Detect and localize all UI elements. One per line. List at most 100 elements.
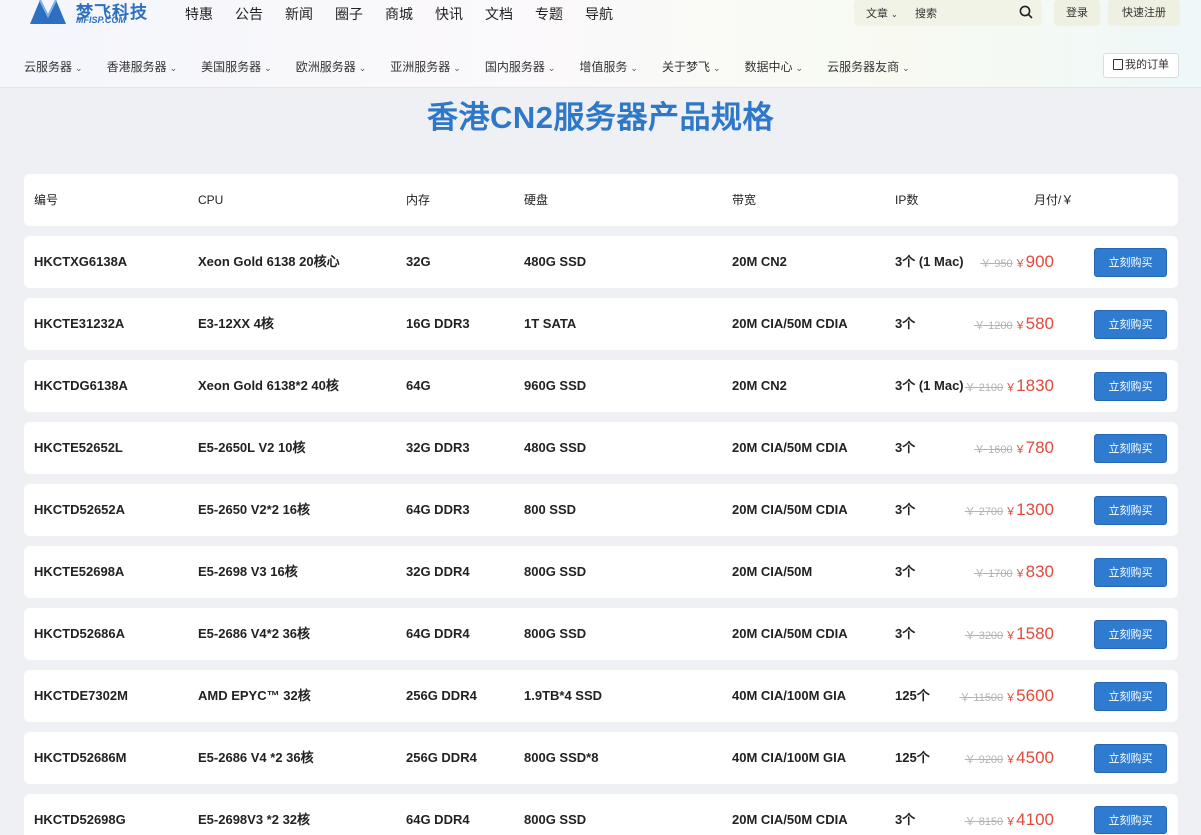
category-nav-item[interactable]: 云服务器 ⌄	[24, 58, 83, 75]
top-nav-item[interactable]: 专题	[535, 4, 563, 24]
logo-subtext: MFISP.COM	[76, 15, 126, 25]
cell-id: HKCTD52686M	[34, 750, 127, 765]
orders-icon	[1113, 59, 1123, 70]
cell-price: ￥ 2100 ￥1830	[965, 360, 1054, 414]
buy-now-button[interactable]: 立刻购买	[1094, 310, 1167, 339]
my-orders-button[interactable]: 我的订单	[1103, 53, 1179, 78]
category-nav-item[interactable]: 欧洲服务器 ⌄	[296, 58, 367, 75]
old-price: ￥ 950	[980, 258, 1013, 270]
chevron-down-icon: ⌄	[547, 63, 556, 73]
current-price: 1300	[1016, 500, 1054, 519]
top-nav-item[interactable]: 公告	[235, 4, 263, 24]
buy-now-button[interactable]: 立刻购买	[1094, 744, 1167, 773]
cell-bandwidth: 20M CN2	[732, 254, 787, 269]
currency-symbol: ￥	[1005, 382, 1017, 394]
currency-symbol: ￥	[1005, 692, 1017, 704]
current-price: 780	[1025, 438, 1054, 457]
buy-now-button[interactable]: 立刻购买	[1094, 496, 1167, 525]
login-button[interactable]: 登录	[1054, 0, 1100, 26]
top-nav-item[interactable]: 新闻	[285, 4, 313, 24]
category-nav-label: 关于梦飞	[661, 60, 710, 74]
cell-ip: 125个	[895, 750, 930, 765]
buy-now-button[interactable]: 立刻购买	[1094, 806, 1167, 834]
search-category-label: 文章	[866, 8, 888, 20]
col-header-id: 编号	[34, 193, 59, 207]
category-nav-label: 国内服务器	[484, 60, 545, 74]
category-nav-item[interactable]: 云服务器友商 ⌄	[827, 58, 910, 75]
table-row: HKCTD52652A E5-2650 V2*2 16核 64G DDR3 80…	[24, 484, 1178, 536]
cell-price: ￥ 950 ￥900	[980, 236, 1054, 290]
site-logo[interactable]: 梦飞科技 MFISP.COM	[28, 0, 158, 28]
top-nav-item[interactable]: 导航	[585, 4, 613, 24]
cell-cpu: E5-2698 V3 16核	[198, 564, 298, 579]
buy-now-button[interactable]: 立刻购买	[1094, 372, 1167, 401]
col-header-monthly: 月付/￥	[1034, 193, 1074, 207]
category-nav-label: 云服务器	[24, 60, 73, 74]
cell-price: ￥ 1700 ￥830	[974, 546, 1054, 600]
category-nav: 云服务器 ⌄ 香港服务器 ⌄ 美国服务器 ⌄ 欧洲服务器 ⌄ 亚洲服务器 ⌄ 国内服务器 ⌄…	[24, 58, 934, 75]
cell-id: HKCTE52698A	[34, 564, 125, 579]
currency-symbol: ￥	[1014, 258, 1026, 270]
cell-memory: 256G DDR4	[406, 750, 477, 765]
chevron-down-icon: ⌄	[630, 63, 638, 73]
search-icon[interactable]	[1019, 5, 1033, 19]
category-nav-item[interactable]: 香港服务器 ⌄	[107, 58, 178, 75]
my-orders-label: 我的订单	[1125, 59, 1169, 71]
cell-memory: 64G DDR3	[406, 502, 470, 517]
old-price: ￥ 3200	[964, 630, 1004, 642]
cell-bandwidth: 20M CIA/50M CDIA	[732, 502, 848, 517]
category-nav-item[interactable]: 亚洲服务器 ⌄	[390, 58, 461, 75]
buy-now-button[interactable]: 立刻购买	[1094, 558, 1167, 587]
col-header-ip: IP数	[895, 193, 919, 207]
cell-disk: 800 SSD	[524, 502, 577, 517]
cell-ip: 125个	[895, 688, 930, 703]
cell-cpu: E3-12XX 4核	[198, 316, 274, 331]
category-nav-item[interactable]: 美国服务器 ⌄	[201, 58, 272, 75]
cell-cpu: AMD EPYC™ 32核	[198, 688, 311, 703]
search-input[interactable]: 搜索	[915, 5, 937, 21]
top-nav-item[interactable]: 文档	[485, 4, 513, 24]
old-price: ￥ 1700	[974, 568, 1013, 580]
search-box[interactable]: 文章 ⌄ 搜索	[854, 0, 1042, 26]
category-nav-item[interactable]: 国内服务器 ⌄	[485, 58, 556, 75]
category-nav-label: 亚洲服务器	[390, 60, 451, 74]
chevron-down-icon: ⌄	[358, 63, 367, 73]
currency-symbol: ￥	[1014, 320, 1026, 332]
cell-ip: 3个	[895, 440, 916, 455]
col-header-disk: 硬盘	[524, 193, 549, 207]
top-nav-item[interactable]: 快讯	[435, 4, 463, 24]
search-category-select[interactable]: 文章 ⌄	[866, 5, 898, 21]
cell-bandwidth: 40M CIA/100M GIA	[732, 750, 847, 765]
cell-disk: 480G SSD	[524, 440, 587, 455]
cell-disk: 480G SSD	[524, 254, 587, 269]
old-price: ￥ 2100	[964, 382, 1004, 394]
chevron-down-icon: ⌄	[891, 10, 898, 19]
top-nav-item[interactable]: 特惠	[185, 4, 213, 24]
cell-disk: 960G SSD	[524, 378, 587, 393]
current-price: 580	[1025, 314, 1054, 333]
buy-now-button[interactable]: 立刻购买	[1094, 620, 1167, 649]
table-row: HKCTD52698G E5-2698V3 *2 32核 64G DDR4 80…	[24, 794, 1178, 835]
category-nav-item[interactable]: 关于梦飞 ⌄	[662, 58, 721, 75]
cell-disk: 800G SSD*8	[524, 750, 599, 765]
category-nav-label: 欧洲服务器	[295, 60, 356, 74]
category-nav-item[interactable]: 数据中心 ⌄	[745, 58, 804, 75]
table-row: HKCTDG6138A Xeon Gold 6138*2 40核 64G 960…	[24, 360, 1178, 412]
buy-now-button[interactable]: 立刻购买	[1094, 682, 1167, 711]
col-header-memory: 内存	[406, 193, 431, 207]
category-nav-label: 美国服务器	[201, 60, 262, 74]
table-row: HKCTXG6138A Xeon Gold 6138 20核心 32G 480G…	[24, 236, 1178, 288]
buy-now-button[interactable]: 立刻购买	[1094, 248, 1167, 277]
table-row: HKCTE31232A E3-12XX 4核 16G DDR3 1T SATA …	[24, 298, 1178, 350]
category-nav-item[interactable]: 增值服务 ⌄	[579, 58, 638, 75]
buy-now-button[interactable]: 立刻购买	[1094, 434, 1167, 463]
current-price: 4100	[1016, 810, 1054, 829]
register-button[interactable]: 快速注册	[1108, 0, 1180, 26]
col-header-cpu: CPU	[198, 193, 224, 207]
cell-bandwidth: 20M CIA/50M CDIA	[732, 626, 848, 641]
old-price: ￥ 1600	[974, 444, 1013, 456]
top-nav-item[interactable]: 圈子	[335, 4, 363, 24]
col-header-bandwidth: 带宽	[732, 193, 757, 207]
cell-disk: 1T SATA	[524, 316, 577, 331]
top-nav-item[interactable]: 商城	[385, 4, 413, 24]
